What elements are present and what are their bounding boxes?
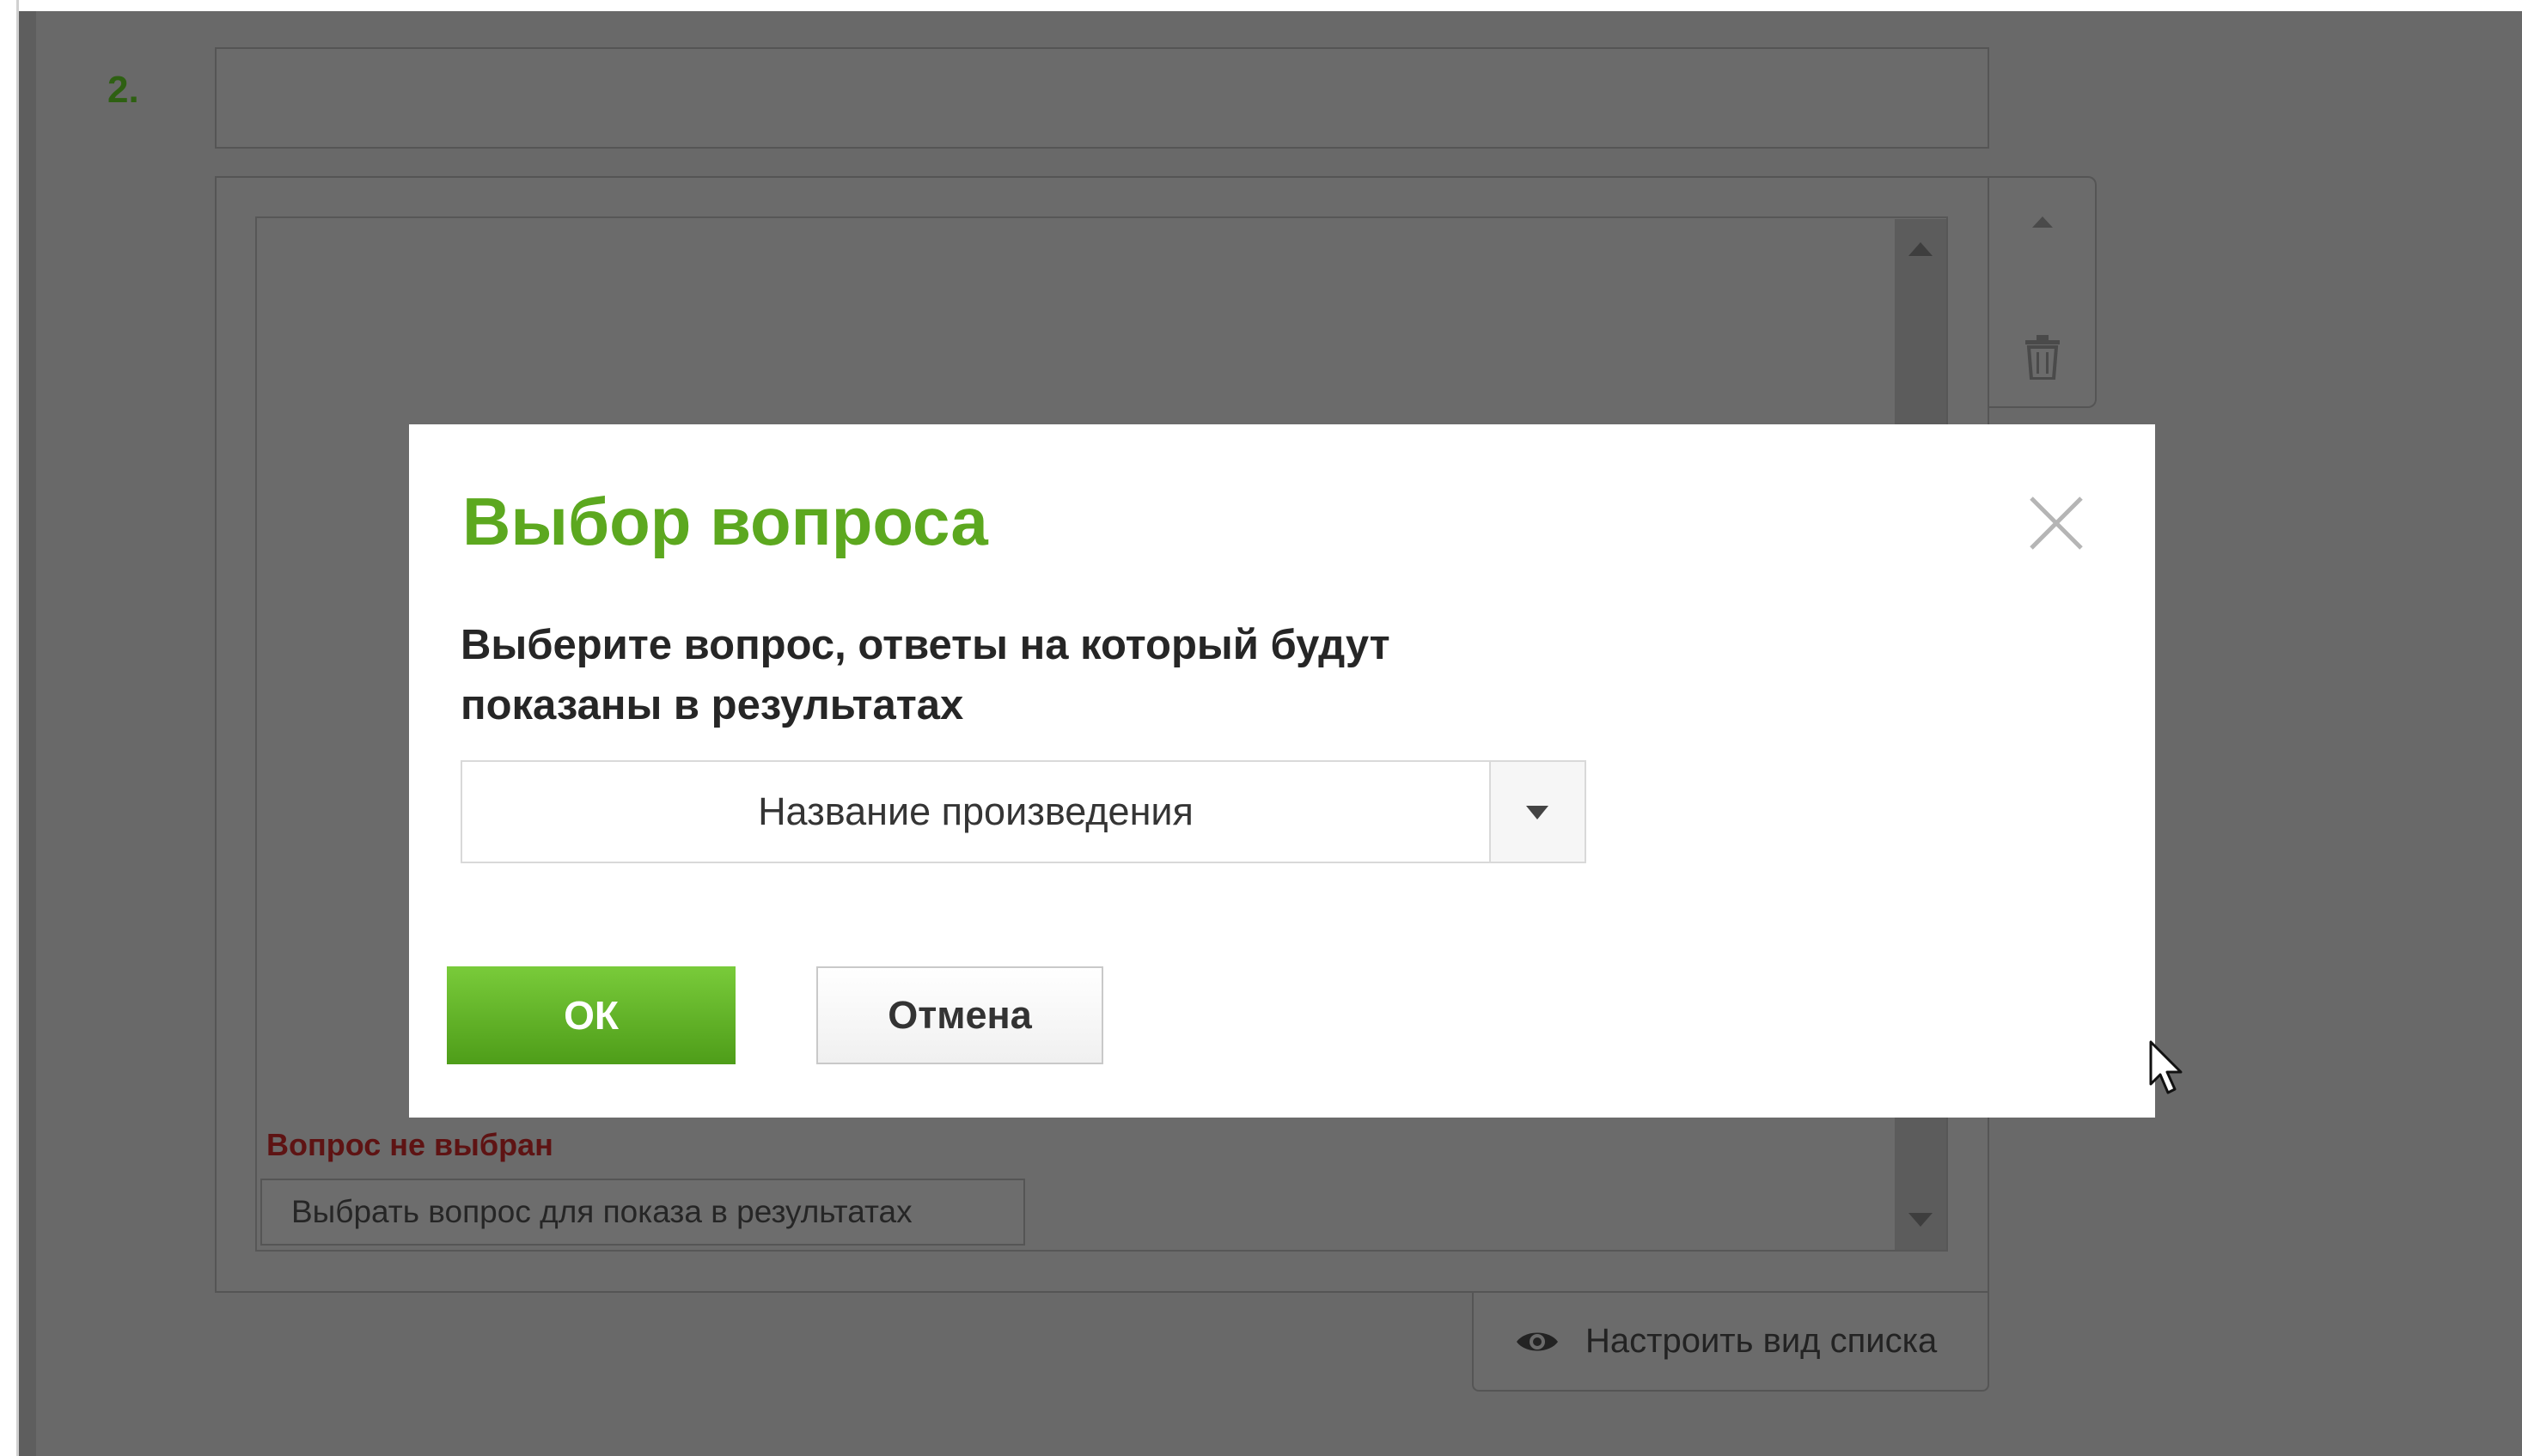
question-select-value[interactable]: Название произведения [462, 762, 1489, 862]
mouse-cursor-icon [2149, 1040, 2183, 1094]
choose-question-button[interactable]: Выбрать вопрос для показа в результатах [260, 1179, 1025, 1246]
page: 2. Вопрос не выбран Выбрать вопрос для п… [0, 0, 2522, 1456]
configure-list-view-button[interactable]: Настроить вид списка [1472, 1293, 1989, 1392]
trash-icon[interactable] [2024, 335, 2061, 380]
question-title-input[interactable] [215, 47, 1989, 149]
dialog-description-line1: Выберите вопрос, ответы на который будут [461, 622, 1390, 668]
dialog-description: Выберите вопрос, ответы на который будут… [461, 615, 1535, 735]
left-shade [19, 11, 36, 1456]
scroll-up-icon[interactable] [1908, 242, 1933, 256]
question-select-toggle[interactable] [1489, 762, 1585, 862]
question-number: 2. [107, 69, 139, 111]
cancel-button[interactable]: Отмена [816, 966, 1103, 1064]
ok-button[interactable]: ОК [447, 966, 736, 1064]
question-error-text: Вопрос не выбран [266, 1127, 553, 1162]
dialog-title: Выбор вопроса [462, 484, 988, 559]
left-edge [0, 0, 19, 1456]
dialog-description-line2: показаны в результатах [461, 682, 964, 728]
select-question-dialog: Выбор вопроса Выберите вопрос, ответы на… [409, 424, 2155, 1118]
question-select[interactable]: Название произведения [461, 760, 1586, 863]
configure-list-view-label: Настроить вид списка [1585, 1322, 1938, 1360]
arrow-up-icon[interactable] [2032, 216, 2053, 228]
eye-icon [1517, 1332, 1558, 1350]
scroll-down-icon[interactable] [1908, 1213, 1933, 1227]
close-icon[interactable] [2026, 493, 2086, 553]
top-edge [0, 0, 2522, 11]
chevron-down-icon [1526, 806, 1548, 819]
